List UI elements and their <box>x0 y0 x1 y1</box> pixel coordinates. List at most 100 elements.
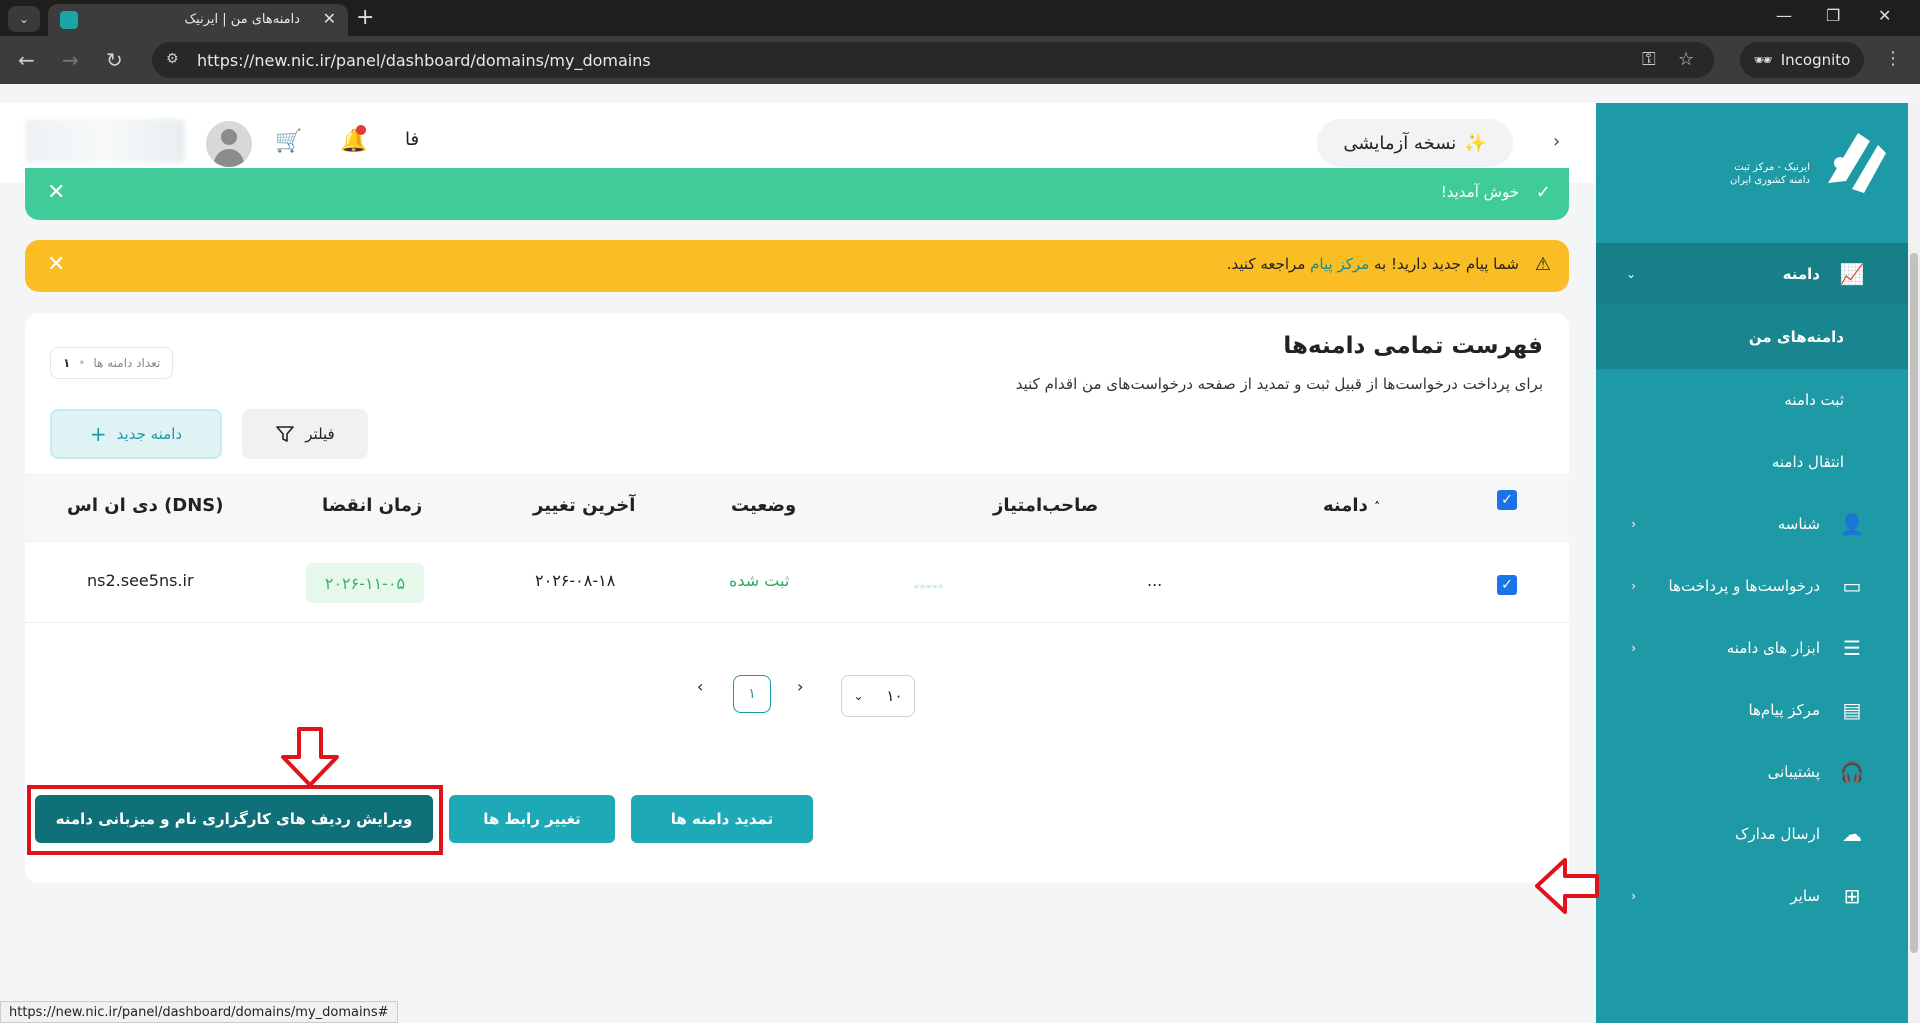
close-tab-icon[interactable]: ✕ <box>323 9 336 28</box>
page-size-select[interactable]: ⌄ ۱۰ <box>841 675 915 717</box>
bookmark-star-icon[interactable]: ☆ <box>1678 49 1694 70</box>
col-owner: صاحب‌امتیاز <box>993 495 1099 516</box>
renew-domains-button[interactable]: تمدید دامنه ها <box>631 795 813 843</box>
page-title: فهرست تمامی دامنه‌ها <box>1283 333 1543 359</box>
sidebar-item-my-domains[interactable]: دامنه‌های من <box>1596 305 1908 369</box>
beta-badge: ✨ نسخه آزمایشی <box>1317 119 1513 167</box>
chevron-left-icon: ‹ <box>1631 641 1636 655</box>
table-header: ✓ دامنه ˄ صاحب‌امتیاز وضعیت آخرین تغییر … <box>25 473 1569 543</box>
browser-tab[interactable]: دامنه‌های من | ایرنیک ✕ <box>48 4 348 36</box>
chart-icon: 📈 <box>1839 262 1865 286</box>
site-info-icon[interactable]: ⚙ <box>166 51 179 67</box>
filter-button[interactable]: فیلتر <box>242 409 368 459</box>
domain-list-card: فهرست تمامی دامنه‌ها برای پرداخت درخواست… <box>25 313 1599 914</box>
col-dns: دی ان اس (DNS) <box>67 495 224 516</box>
check-circle-icon: ✓ <box>1535 182 1551 203</box>
avatar[interactable] <box>206 121 252 167</box>
sidebar-item-register-domain[interactable]: ثبت دامنه <box>1596 369 1908 431</box>
page-current[interactable]: ۱ <box>733 675 771 713</box>
message-icon: ▤ <box>1842 698 1862 722</box>
sidebar-item-messages[interactable]: ▤ مرکز پیام‌ها <box>1596 679 1908 741</box>
forward-icon[interactable]: → <box>62 48 79 72</box>
chevron-down-icon: ⌄ <box>1625 267 1636 281</box>
message-alert: ⚠ شما پیام جدید دارید! به مرکز پیام مراج… <box>25 240 1569 292</box>
logo-text: ایرنیک - مرکز ثبت دامنه کشوری ایران <box>1729 162 1810 186</box>
restore-icon[interactable]: ❐ <box>1826 6 1840 25</box>
cell-dns: ns2.see5ns.ir <box>87 571 194 590</box>
message-center-link[interactable]: مرکز پیام <box>1310 255 1369 273</box>
tab-search-button[interactable]: ⌄ <box>8 6 40 32</box>
tab-title: دامنه‌های من | ایرنیک <box>184 12 300 27</box>
sidebar-item-transfer-domain[interactable]: انتقال دامنه <box>1596 431 1908 493</box>
prev-page-icon[interactable]: › <box>797 677 803 696</box>
language-switch[interactable]: فا <box>405 129 419 150</box>
warning-icon: ⚠ <box>1534 254 1551 275</box>
reload-icon[interactable]: ↻ <box>106 48 123 72</box>
cell-status: ثبت شده <box>729 571 790 590</box>
browser-menu-icon[interactable]: ⋮ <box>1884 48 1902 69</box>
back-icon[interactable]: ← <box>18 48 35 72</box>
chevron-left-icon: ‹ <box>1631 517 1636 531</box>
address-bar[interactable]: ⚙ https://new.nic.ir/panel/dashboard/dom… <box>152 42 1714 78</box>
card-icon: ▭ <box>1842 574 1862 598</box>
nic-logo-icon <box>1828 133 1886 193</box>
cart-icon[interactable]: 🛒 <box>275 129 302 154</box>
welcome-text: خوش آمدید! <box>1440 183 1519 201</box>
col-status: وضعیت <box>731 495 797 516</box>
next-page-icon[interactable]: ‹ <box>697 677 703 696</box>
cell-domain[interactable]: ... <box>1147 571 1162 590</box>
col-domain[interactable]: دامنه ˄ <box>1323 495 1380 516</box>
sidebar-item-upload-docs[interactable]: ☁ ارسال مدارک <box>1596 803 1908 865</box>
domain-count-badge: تعداد دامنه ها • ۱ <box>50 347 174 379</box>
browser-toolbar: ← → ↻ ⚙ https://new.nic.ir/panel/dashboa… <box>0 36 1920 84</box>
page-scrollbar[interactable] <box>1908 103 1920 1023</box>
cell-owner: ـ ـ ـ ـ ـ <box>915 579 943 590</box>
cloud-upload-icon: ☁ <box>1842 822 1862 846</box>
new-tab-icon[interactable]: + <box>356 5 374 30</box>
table-row[interactable]: ✓ ... ـ ـ ـ ـ ـ ثبت شده ۲۰۲۶-۰۸-۱۸ ۲۰۲۶-… <box>25 543 1569 623</box>
incognito-label: Incognito <box>1780 51 1851 69</box>
plus-icon: + <box>89 422 107 446</box>
minimize-icon[interactable]: — <box>1776 6 1792 25</box>
headset-icon: 🎧 <box>1839 760 1865 784</box>
new-domain-button[interactable]: دامنه جدید + <box>50 409 222 459</box>
row-checkbox[interactable]: ✓ <box>1497 575 1517 595</box>
filter-icon <box>276 426 295 442</box>
sort-up-icon: ˄ <box>1374 500 1381 514</box>
user-name-blurred <box>25 119 185 163</box>
incognito-badge[interactable]: 🕶 Incognito <box>1740 42 1864 78</box>
message-alert-text: شما پیام جدید دارید! به مرکز پیام مراجعه… <box>1226 255 1519 273</box>
sidebar-item-requests[interactable]: ▭ درخواست‌ها و پرداخت‌ها ‹ <box>1596 555 1908 617</box>
collapse-sidebar-icon[interactable]: › <box>1553 131 1560 152</box>
favicon-icon <box>60 11 78 29</box>
browser-tab-bar: ⌄ دامنه‌های من | ایرنیک ✕ + — ❐ ✕ <box>0 0 1920 36</box>
sidebar-item-support[interactable]: 🎧 پشتیبانی <box>1596 741 1908 803</box>
beta-label: نسخه آزمایشی <box>1343 132 1457 154</box>
user-icon: 👤 <box>1839 512 1865 536</box>
sidebar-item-domain[interactable]: 📈 دامنه ⌄ <box>1596 243 1908 305</box>
close-icon[interactable]: ✕ <box>47 180 65 205</box>
col-last-change: آخرین تغییر <box>533 495 636 516</box>
sparkle-icon: ✨ <box>1464 132 1487 154</box>
close-icon[interactable]: ✕ <box>47 252 65 277</box>
page-description: برای پرداخت درخواست‌ها از قبیل ثبت و تمد… <box>1015 375 1543 393</box>
logo[interactable]: ایرنیک - مرکز ثبت دامنه کشوری ایران <box>1688 123 1888 203</box>
sidebar-item-identity[interactable]: 👤 شناسه ‹ <box>1596 493 1908 555</box>
annotation-highlight-box <box>27 785 443 855</box>
select-all-checkbox[interactable]: ✓ <box>1497 490 1517 510</box>
annotation-left-arrow-icon <box>1535 858 1599 914</box>
sidebar-item-domain-tools[interactable]: ☰ ابزار های دامنه ‹ <box>1596 617 1908 679</box>
change-contacts-button[interactable]: تغییر رابط ها <box>449 795 615 843</box>
sidebar-item-other[interactable]: ⊞ سایر ‹ <box>1596 865 1908 927</box>
chevron-down-icon: ⌄ <box>853 689 864 703</box>
close-window-icon[interactable]: ✕ <box>1878 6 1891 25</box>
sliders-icon: ☰ <box>1843 636 1861 660</box>
scroll-thumb[interactable] <box>1910 253 1918 953</box>
sidebar: ایرنیک - مرکز ثبت دامنه کشوری ایران 📈 دا… <box>1596 103 1908 1023</box>
welcome-alert: ✓ خوش آمدید! ✕ <box>25 168 1569 220</box>
chevron-left-icon: ‹ <box>1631 889 1636 903</box>
grid-icon: ⊞ <box>1843 884 1861 908</box>
password-key-icon[interactable]: ⚿ <box>1642 49 1656 70</box>
url-text[interactable]: https://new.nic.ir/panel/dashboard/domai… <box>197 51 651 70</box>
status-bar-url: https://new.nic.ir/panel/dashboard/domai… <box>0 1001 398 1023</box>
